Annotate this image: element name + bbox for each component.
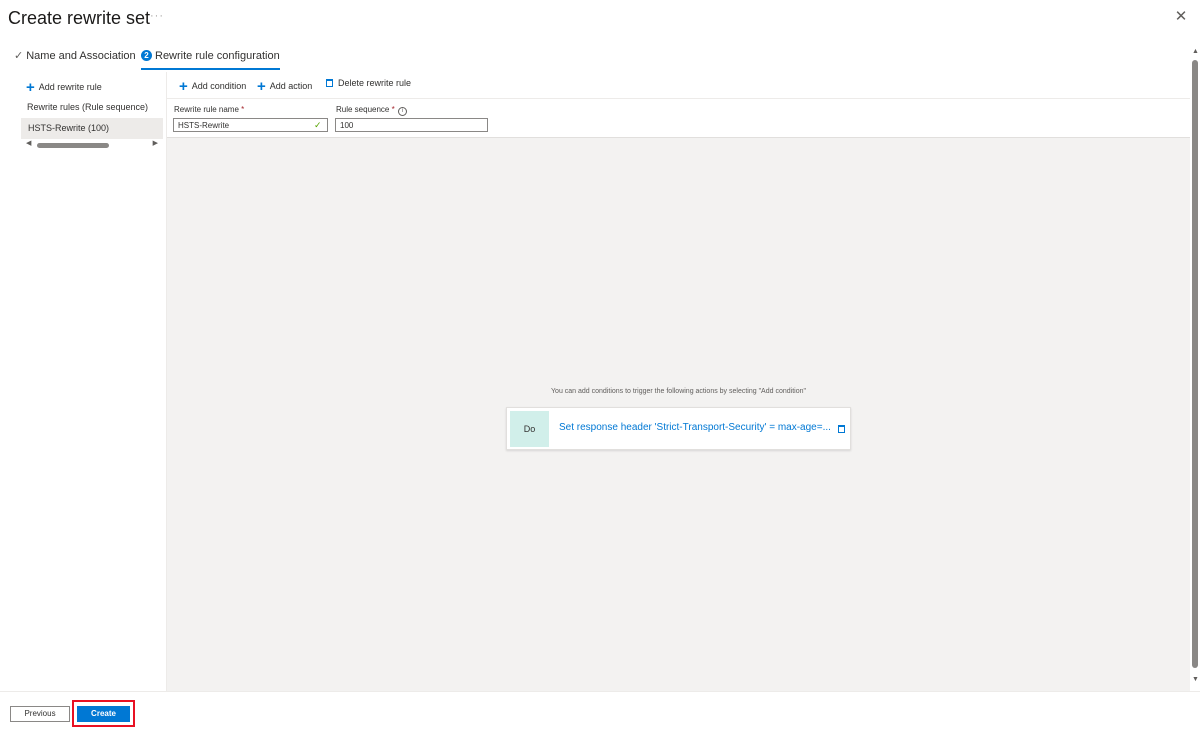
- delete-action-icon[interactable]: [838, 425, 845, 433]
- action-link[interactable]: Set response header 'Strict-Transport-Se…: [559, 422, 831, 433]
- scrollbar-thumb[interactable]: [1192, 60, 1198, 668]
- tab-rewrite-rule-configuration[interactable]: 2 Rewrite rule configuration: [141, 48, 280, 70]
- info-icon[interactable]: i: [397, 107, 407, 116]
- valid-check-icon: ✓: [314, 120, 322, 130]
- add-rewrite-rule-button[interactable]: + Add rewrite rule: [26, 79, 102, 96]
- add-rewrite-rule-label: Add rewrite rule: [38, 82, 102, 92]
- step-number-badge: 2: [141, 50, 152, 61]
- required-marker: *: [241, 105, 245, 114]
- tab-label: Name and Association: [26, 50, 136, 62]
- checkmark-icon: ✓: [14, 50, 24, 62]
- action-card[interactable]: Do Set response header 'Strict-Transport…: [506, 407, 851, 450]
- add-action-button[interactable]: + Add action: [257, 78, 312, 95]
- rule-sequence-label-text: Rule sequence: [336, 105, 390, 114]
- rule-editor: + Add condition + Add action Delete rewrit…: [166, 72, 1190, 692]
- rule-name-input[interactable]: [173, 118, 328, 132]
- required-marker: *: [391, 105, 395, 114]
- previous-button[interactable]: Previous: [10, 706, 70, 722]
- delete-rewrite-rule-label: Delete rewrite rule: [338, 78, 412, 88]
- add-condition-label: Add condition: [191, 81, 247, 91]
- plus-icon: +: [257, 78, 266, 95]
- plus-icon: +: [26, 79, 35, 96]
- trash-icon: [326, 79, 333, 87]
- tab-name-and-association[interactable]: ✓ Name and Association: [14, 48, 136, 70]
- tab-label: Rewrite rule configuration: [155, 50, 280, 62]
- scroll-left-icon[interactable]: ◀: [26, 139, 31, 147]
- rules-sidebar: + Add rewrite rule Rewrite rules (Rule se…: [20, 72, 166, 692]
- delete-rewrite-rule-button[interactable]: Delete rewrite rule: [326, 78, 411, 88]
- vertical-scrollbar[interactable]: ▲ ▼: [1191, 48, 1200, 686]
- plus-icon: +: [179, 78, 188, 95]
- do-label: Do: [510, 411, 549, 447]
- scrollbar-thumb[interactable]: [37, 143, 109, 148]
- title-bar: Create rewrite set ··· ✕: [0, 0, 1200, 38]
- scroll-down-icon[interactable]: ▼: [1192, 676, 1199, 683]
- rule-list-item[interactable]: HSTS-Rewrite (100): [21, 118, 163, 139]
- conditions-hint: You can add conditions to trigger the fo…: [551, 388, 806, 395]
- rule-canvas: You can add conditions to trigger the fo…: [167, 137, 1190, 692]
- rule-sequence-input[interactable]: [335, 118, 488, 132]
- close-icon[interactable]: ✕: [1172, 8, 1190, 26]
- more-options-icon[interactable]: ···: [150, 10, 164, 22]
- toolbar-divider: [167, 98, 1190, 99]
- add-condition-button[interactable]: + Add condition: [179, 78, 246, 95]
- horizontal-scrollbar[interactable]: ◀ ▶: [26, 139, 158, 149]
- page-title: Create rewrite set: [8, 8, 151, 28]
- rule-name-label-text: Rewrite rule name: [174, 105, 239, 114]
- footer: Previous Create: [0, 691, 1200, 730]
- scroll-up-icon[interactable]: ▲: [1192, 48, 1199, 55]
- add-action-label: Add action: [269, 81, 313, 91]
- scroll-right-icon[interactable]: ▶: [153, 139, 158, 147]
- create-button[interactable]: Create: [77, 706, 130, 722]
- rule-sequence-label: Rule sequence * i: [336, 105, 407, 116]
- rule-name-label: Rewrite rule name *: [174, 105, 244, 114]
- rules-list-header: Rewrite rules (Rule sequence): [27, 102, 149, 112]
